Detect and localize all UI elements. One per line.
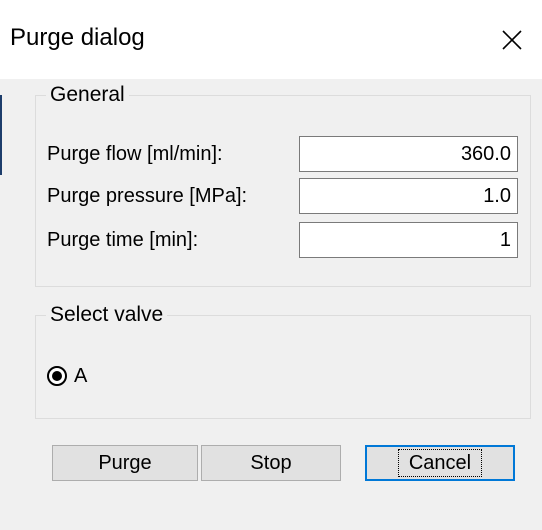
close-icon	[502, 29, 522, 50]
purge-button[interactable]: Purge	[52, 445, 198, 481]
purge-time-input[interactable]	[299, 222, 518, 258]
purge-flow-label: Purge flow [ml/min]:	[47, 143, 223, 165]
select-valve-group-label: Select valve	[46, 302, 168, 328]
purge-flow-input[interactable]	[299, 136, 518, 172]
valve-a-radio[interactable]: A	[47, 364, 87, 388]
stop-button[interactable]: Stop	[201, 445, 341, 481]
window-title: Purge dialog	[10, 24, 145, 51]
title-bar[interactable]: Purge dialog	[0, 0, 542, 79]
purge-time-label: Purge time [min]:	[47, 229, 199, 251]
cancel-button[interactable]: Cancel	[365, 445, 515, 481]
purge-dialog: Purge dialog General Purge flow [ml/min]…	[0, 0, 542, 530]
purge-pressure-input[interactable]	[299, 178, 518, 214]
close-button[interactable]	[482, 0, 542, 79]
general-group-label: General	[46, 82, 129, 108]
radio-selected-icon[interactable]	[47, 366, 67, 386]
select-valve-groupbox: Select valve	[35, 302, 531, 419]
cancel-button-label: Cancel	[397, 449, 483, 477]
valve-a-label: A	[74, 365, 88, 387]
background-window-edge-left	[0, 95, 2, 175]
purge-pressure-label: Purge pressure [MPa]:	[47, 185, 248, 207]
